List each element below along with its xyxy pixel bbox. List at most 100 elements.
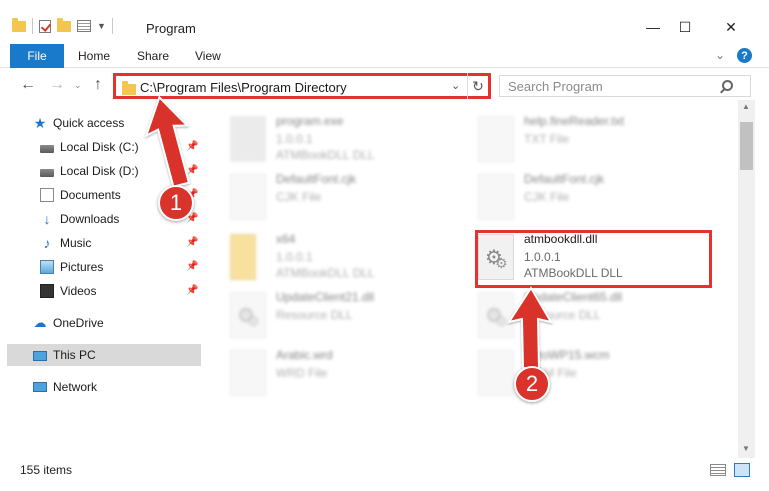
network-icon [33,382,47,392]
sidebar-item-pictures[interactable]: Pictures [40,256,103,278]
pc-icon [33,350,47,361]
details-view-icon[interactable] [710,464,726,476]
tab-view[interactable]: View [195,49,221,63]
target-file-highlight [475,230,712,288]
file-item[interactable]: Arabic.wrd WRD File [230,346,460,400]
sidebar-item-downloads[interactable]: ↓ Downloads [40,208,120,230]
sidebar-item-quick-access[interactable]: ★ Quick access [33,112,125,134]
pin-icon[interactable]: 📌 [186,237,198,248]
file-type: TXT File [524,132,570,146]
toolbar-divider [32,18,33,34]
file-icon [478,350,514,396]
file-item[interactable]: help.fineReader.txt TXT File [478,112,708,166]
sidebar-item-label: This PC [53,348,96,362]
folder-icon[interactable] [12,17,26,32]
text-file-icon [478,116,514,162]
sidebar-item-label: Quick access [53,116,125,130]
sidebar-item-network[interactable]: Network [33,376,97,398]
file-type: Resource DLL [524,308,601,322]
address-bar[interactable]: C:\Program Files\Program Directory ⌄ ↻ [113,73,491,99]
file-icon [230,350,266,396]
file-name: AutoWP15.wcm [524,348,610,362]
sidebar-item-music[interactable]: ♪ Music [40,232,92,254]
search-placeholder: Search Program [508,79,603,94]
file-type: CJK File [524,190,570,204]
sidebar-item-label: Pictures [60,260,104,274]
new-folder-icon[interactable] [57,17,71,32]
sidebar-item-local-disk-c[interactable]: Local Disk (C:) [40,136,139,158]
pictures-icon [40,260,54,274]
scroll-thumb[interactable] [740,122,753,170]
disk-icon [40,144,54,153]
step-2-badge: 2 [514,366,550,402]
large-icons-view-icon[interactable] [734,463,750,477]
sidebar-item-onedrive[interactable]: ☁ OneDrive [33,312,104,334]
back-button[interactable]: ← [20,76,36,94]
pin-icon[interactable]: 📌 [186,285,198,296]
pin-icon[interactable]: 📌 [186,261,198,272]
sidebar-item-label: Network [53,380,98,394]
music-icon: ♪ [43,235,51,251]
recent-locations-icon[interactable]: ⌄ [74,80,82,91]
file-type: ATMBookDLL DLL [276,266,375,280]
sidebar-item-label: OneDrive [53,316,104,330]
file-version: 1.0.0.1 [276,132,313,146]
onedrive-icon: ☁ [33,315,47,330]
file-name: x64 [276,232,296,246]
sidebar-item-local-disk-d[interactable]: Local Disk (D:) [40,160,139,182]
refresh-icon[interactable]: ↻ [467,73,488,99]
maximize-button[interactable]: ☐ [662,14,708,40]
up-button[interactable]: ↑ [94,76,102,94]
file-icon [478,174,514,220]
tab-home[interactable]: Home [78,49,110,63]
sidebar-item-videos[interactable]: Videos [40,280,96,302]
properties-check-icon[interactable] [39,19,51,33]
documents-icon [40,188,54,202]
search-icon[interactable] [722,80,733,91]
forward-button[interactable]: → [49,76,65,94]
file-name: DefaultFont.cjk [276,172,357,186]
file-item[interactable]: program.exe 1.0.0.1 ATMBookDLL DLL [230,112,460,166]
expand-ribbon-icon[interactable]: ⌄ [715,48,725,62]
search-input[interactable]: Search Program [499,75,751,97]
address-dropdown-icon[interactable]: ⌄ [451,79,460,92]
file-item[interactable]: UpdateClient21.dll Resource DLL [230,288,460,342]
file-item[interactable]: DefaultFont.cjk CJK File [478,170,708,224]
file-name: DefaultFont.cjk [524,172,605,186]
toolbar-dropdown-icon[interactable]: ▼ [97,21,106,31]
address-path[interactable]: C:\Program Files\Program Directory [140,80,347,95]
sidebar-item-label: Documents [60,188,121,202]
vertical-scrollbar[interactable]: ▲ ▼ [738,100,755,458]
star-icon: ★ [33,115,47,131]
sidebar-item-label: Music [60,236,92,250]
dll-gear-icon [230,292,266,338]
file-type: WRD File [276,366,328,380]
help-icon[interactable]: ? [737,48,752,63]
file-type: ATMBookDLL DLL [276,148,375,162]
scroll-up-icon[interactable]: ▲ [742,102,750,111]
file-version: 1.0.0.1 [276,250,313,264]
file-name: UpdateClient65.dll [524,290,623,304]
scroll-down-icon[interactable]: ▼ [742,444,750,453]
file-type: CJK File [276,190,322,204]
file-name: Arabic.wrd [276,348,333,362]
sidebar-item-documents[interactable]: Documents [40,184,121,206]
file-type: Resource DLL [276,308,353,322]
file-item[interactable]: DefaultFont.cjk CJK File [230,170,460,224]
folder-item[interactable]: x64 1.0.0.1 ATMBookDLL DLL [230,230,460,284]
tab-share[interactable]: Share [137,49,169,63]
folder-icon [230,234,256,280]
file-name: program.exe [276,114,344,128]
pin-icon[interactable]: 📌 [186,141,198,152]
customize-view-icon[interactable] [77,20,91,32]
file-item[interactable]: AutoWP15.wcm WCM File [478,346,708,400]
tab-file[interactable]: File [10,44,64,68]
step-1-badge: 1 [158,185,194,221]
file-icon [230,174,266,220]
close-button[interactable]: ✕ [708,14,754,40]
file-item[interactable]: UpdateClient65.dll Resource DLL [478,288,708,342]
sidebar-item-label: Videos [60,284,97,298]
pin-icon[interactable]: 📌 [186,165,198,176]
sidebar-item-this-pc[interactable]: This PC [33,344,96,366]
folder-icon [122,81,136,95]
